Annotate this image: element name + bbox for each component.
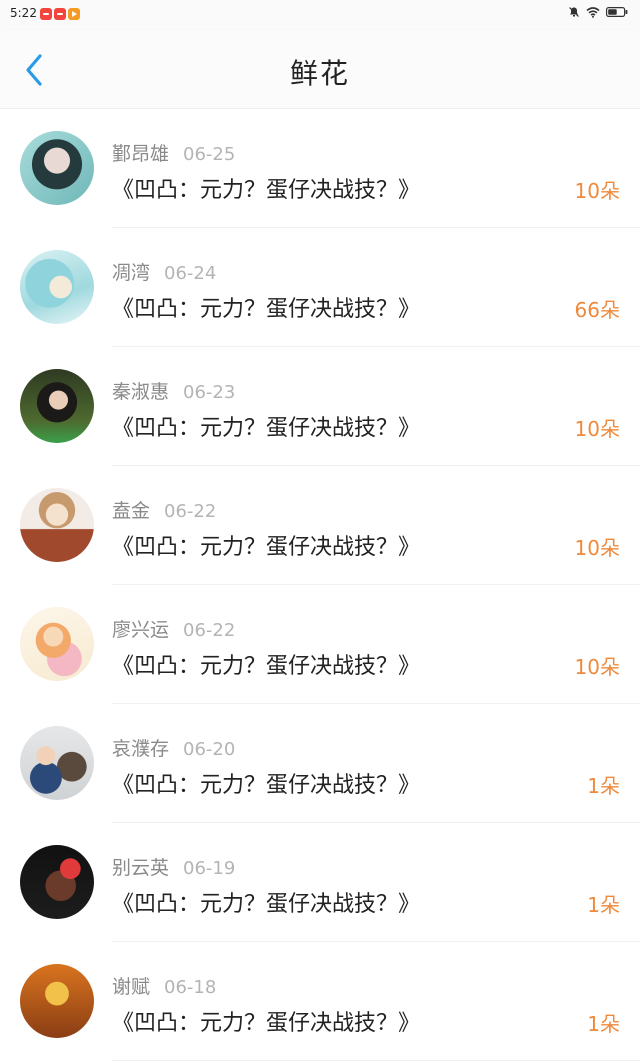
send-date: 06-18: [164, 977, 217, 998]
book-title: 《凹凸：元力？蛋仔决战技？》: [112, 297, 421, 322]
book-title: 《凹凸：元力？蛋仔决战技？》: [112, 892, 421, 917]
list-item[interactable]: 盍金 06-22 《凹凸：元力？蛋仔决战技？》 10朵: [0, 466, 640, 585]
send-date: 06-22: [164, 501, 217, 522]
avatar: [20, 131, 94, 205]
flower-amount: 10朵: [574, 536, 620, 560]
send-date: 06-25: [183, 144, 236, 165]
book-title: 《凹凸：元力？蛋仔决战技？》: [112, 773, 421, 798]
status-time: 5:22: [10, 6, 37, 20]
status-bar: 5:22: [0, 0, 640, 30]
list-item[interactable]: 廖兴运 06-22 《凹凸：元力？蛋仔决战技？》 10朵: [0, 585, 640, 704]
avatar: [20, 964, 94, 1038]
list-item[interactable]: 哀濮存 06-20 《凹凸：元力？蛋仔决战技？》 1朵: [0, 704, 640, 823]
notification-play-icon: [68, 8, 80, 20]
avatar: [20, 845, 94, 919]
status-icons: [568, 6, 628, 18]
flower-amount: 1朵: [587, 774, 620, 798]
sender-line: 哀濮存 06-20: [112, 734, 235, 761]
battery-icon: [606, 7, 628, 18]
sender-name: 鄞昂雄: [112, 143, 170, 165]
send-date: 06-24: [164, 263, 217, 284]
flower-list: 鄞昂雄 06-25 《凹凸：元力？蛋仔决战技？》 10朵 凋湾 06-24 《凹凸：…: [0, 109, 640, 1061]
sender-line: 廖兴运 06-22: [112, 615, 235, 642]
book-title: 《凹凸：元力？蛋仔决战技？》: [112, 654, 421, 679]
list-item[interactable]: 谢赋 06-18 《凹凸：元力？蛋仔决战技？》 1朵: [0, 942, 640, 1061]
sender-name: 盍金: [112, 500, 151, 522]
sender-name: 别云英: [112, 857, 170, 879]
notification-app-icon: [40, 8, 52, 20]
send-date: 06-19: [183, 858, 236, 879]
avatar: [20, 726, 94, 800]
sender-line: 秦淑惠 06-23: [112, 377, 235, 404]
sender-line: 谢赋 06-18: [112, 972, 216, 999]
flower-amount: 1朵: [587, 893, 620, 917]
avatar: [20, 250, 94, 324]
notification-app-icon: [54, 8, 66, 20]
sender-line: 鄞昂雄 06-25: [112, 139, 235, 166]
sender-line: 凋湾 06-24: [112, 258, 216, 285]
list-item[interactable]: 秦淑惠 06-23 《凹凸：元力？蛋仔决战技？》 10朵: [0, 347, 640, 466]
header: 鲜花: [0, 30, 640, 109]
avatar: [20, 369, 94, 443]
book-title: 《凹凸：元力？蛋仔决战技？》: [112, 178, 421, 203]
sender-name: 廖兴运: [112, 619, 170, 641]
sender-name: 凋湾: [112, 262, 151, 284]
send-date: 06-23: [183, 382, 236, 403]
list-item[interactable]: 鄞昂雄 06-25 《凹凸：元力？蛋仔决战技？》 10朵: [0, 109, 640, 228]
avatar: [20, 488, 94, 562]
flower-amount: 10朵: [574, 179, 620, 203]
list-item[interactable]: 凋湾 06-24 《凹凸：元力？蛋仔决战技？》 66朵: [0, 228, 640, 347]
list-item[interactable]: 别云英 06-19 《凹凸：元力？蛋仔决战技？》 1朵: [0, 823, 640, 942]
flower-amount: 66朵: [574, 298, 620, 322]
flower-amount: 10朵: [574, 655, 620, 679]
book-title: 《凹凸：元力？蛋仔决战技？》: [112, 416, 421, 441]
flower-amount: 1朵: [587, 1012, 620, 1036]
book-title: 《凹凸：元力？蛋仔决战技？》: [112, 535, 421, 560]
sender-name: 秦淑惠: [112, 381, 170, 403]
flower-amount: 10朵: [574, 417, 620, 441]
avatar: [20, 607, 94, 681]
send-date: 06-22: [183, 620, 236, 641]
sender-name: 谢赋: [112, 976, 151, 998]
sender-line: 别云英 06-19: [112, 853, 235, 880]
sender-name: 哀濮存: [112, 738, 170, 760]
mute-bell-icon: [569, 7, 579, 17]
sender-line: 盍金 06-22: [112, 496, 216, 523]
wifi-icon: [586, 7, 600, 18]
page-title: 鲜花: [289, 57, 350, 90]
send-date: 06-20: [183, 739, 236, 760]
book-title: 《凹凸：元力？蛋仔决战技？》: [112, 1011, 421, 1036]
